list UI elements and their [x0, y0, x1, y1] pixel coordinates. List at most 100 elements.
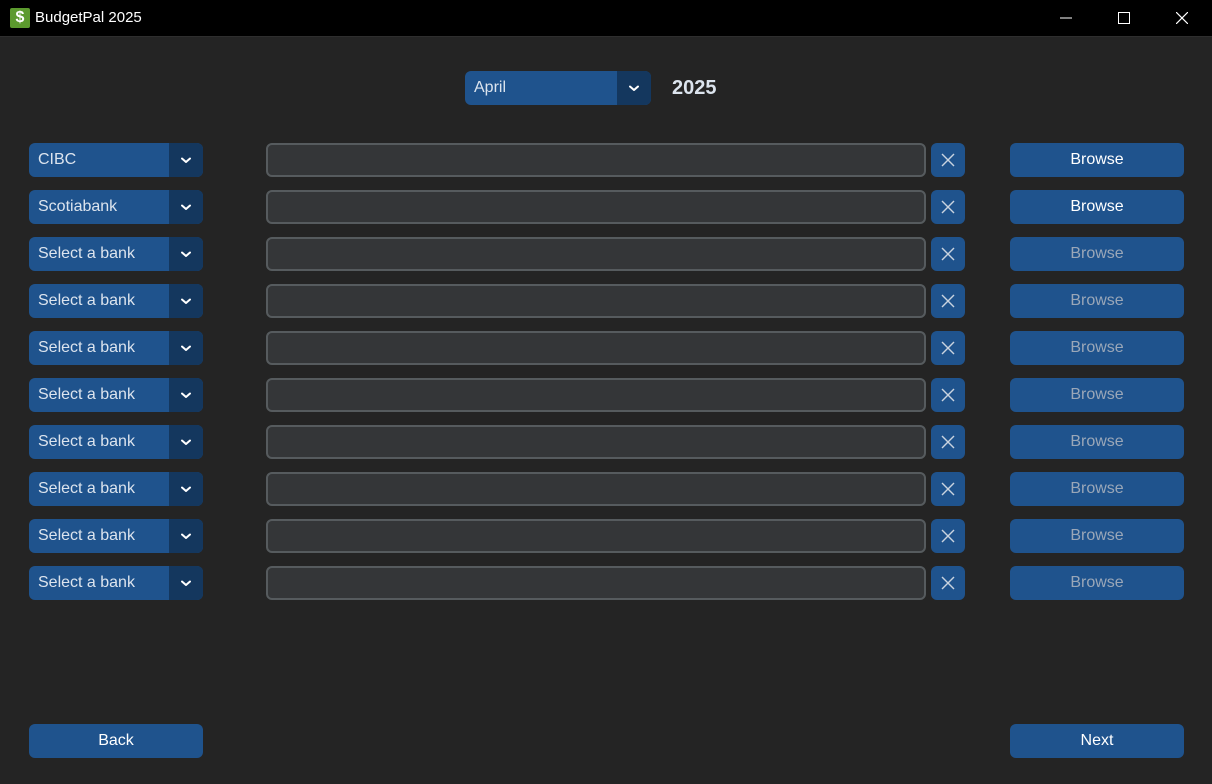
clear-icon	[941, 341, 955, 355]
bank-select[interactable]: Select a bank	[29, 378, 203, 412]
statement-row: Scotiabank Browse	[0, 190, 1212, 224]
maximize-icon	[1118, 12, 1130, 24]
clear-path-button[interactable]	[931, 519, 965, 553]
bank-select-value: Select a bank	[38, 433, 135, 450]
bank-dropdown-arrow[interactable]	[169, 143, 203, 177]
bank-select-value: Select a bank	[38, 574, 135, 591]
clear-path-button[interactable]	[931, 143, 965, 177]
year-label: 2025	[672, 77, 717, 99]
clear-icon	[941, 200, 955, 214]
clear-icon	[941, 435, 955, 449]
bank-select[interactable]: Select a bank	[29, 237, 203, 271]
bank-select[interactable]: Select a bank	[29, 472, 203, 506]
browse-button[interactable]: Browse	[1010, 519, 1184, 553]
clear-path-button[interactable]	[931, 284, 965, 318]
month-select-value: April	[474, 79, 507, 96]
clear-path-button[interactable]	[931, 378, 965, 412]
statement-row: Select a bank Browse	[0, 331, 1212, 365]
browse-button[interactable]: Browse	[1010, 425, 1184, 459]
file-path-input[interactable]	[266, 566, 926, 600]
file-path-input[interactable]	[266, 425, 926, 459]
clear-icon	[941, 247, 955, 261]
chevron-down-icon	[181, 533, 191, 539]
statement-row: Select a bank Browse	[0, 425, 1212, 459]
bank-dropdown-arrow[interactable]	[169, 378, 203, 412]
bank-select-value: Select a bank	[38, 527, 135, 544]
clear-icon	[941, 153, 955, 167]
clear-icon	[941, 482, 955, 496]
bank-select-value: Scotiabank	[38, 198, 118, 215]
bank-dropdown-arrow[interactable]	[169, 425, 203, 459]
bank-select[interactable]: Select a bank	[29, 425, 203, 459]
back-button[interactable]: Back	[29, 724, 203, 758]
bank-select-value: Select a bank	[38, 292, 135, 309]
clear-icon	[941, 388, 955, 402]
browse-button[interactable]: Browse	[1010, 331, 1184, 365]
minimize-button[interactable]	[1043, 0, 1089, 37]
chevron-down-icon	[181, 345, 191, 351]
bank-select[interactable]: Select a bank	[29, 566, 203, 600]
bank-select-value: CIBC	[38, 151, 77, 168]
bank-select-value: Select a bank	[38, 245, 135, 262]
browse-button[interactable]: Browse	[1010, 472, 1184, 506]
bank-dropdown-arrow[interactable]	[169, 519, 203, 553]
statement-row: Select a bank Browse	[0, 566, 1212, 600]
chevron-down-icon	[181, 157, 191, 163]
chevron-down-icon	[181, 298, 191, 304]
browse-button[interactable]: Browse	[1010, 378, 1184, 412]
statement-row: CIBC Browse	[0, 143, 1212, 177]
chevron-down-icon	[629, 85, 639, 91]
bank-dropdown-arrow[interactable]	[169, 472, 203, 506]
browse-button[interactable]: Browse	[1010, 237, 1184, 271]
browse-button[interactable]: Browse	[1010, 190, 1184, 224]
bank-select[interactable]: Select a bank	[29, 284, 203, 318]
clear-path-button[interactable]	[931, 237, 965, 271]
clear-path-button[interactable]	[931, 425, 965, 459]
bank-select[interactable]: Select a bank	[29, 331, 203, 365]
next-button[interactable]: Next	[1010, 724, 1184, 758]
clear-path-button[interactable]	[931, 566, 965, 600]
browse-button[interactable]: Browse	[1010, 143, 1184, 177]
bank-dropdown-arrow[interactable]	[169, 284, 203, 318]
chevron-down-icon	[181, 439, 191, 445]
file-path-input[interactable]	[266, 472, 926, 506]
chevron-down-icon	[181, 580, 191, 586]
bank-select[interactable]: Select a bank	[29, 519, 203, 553]
file-path-input[interactable]	[266, 331, 926, 365]
bank-select[interactable]: Scotiabank	[29, 190, 203, 224]
file-path-input[interactable]	[266, 519, 926, 553]
close-button[interactable]	[1159, 0, 1205, 37]
file-path-input[interactable]	[266, 237, 926, 271]
file-path-input[interactable]	[266, 143, 926, 177]
bank-select[interactable]: CIBC	[29, 143, 203, 177]
maximize-button[interactable]	[1101, 0, 1147, 37]
file-path-input[interactable]	[266, 378, 926, 412]
file-path-input[interactable]	[266, 284, 926, 318]
bank-dropdown-arrow[interactable]	[169, 331, 203, 365]
bank-dropdown-arrow[interactable]	[169, 237, 203, 271]
statement-row: Select a bank Browse	[0, 519, 1212, 553]
close-icon	[1176, 12, 1188, 24]
clear-path-button[interactable]	[931, 331, 965, 365]
file-path-input[interactable]	[266, 190, 926, 224]
browse-button[interactable]: Browse	[1010, 566, 1184, 600]
minimize-icon	[1060, 17, 1072, 19]
month-select[interactable]: April	[465, 71, 651, 105]
chevron-down-icon	[181, 486, 191, 492]
clear-path-button[interactable]	[931, 472, 965, 506]
statement-row: Select a bank Browse	[0, 284, 1212, 318]
clear-icon	[941, 576, 955, 590]
browse-button[interactable]: Browse	[1010, 284, 1184, 318]
statement-row: Select a bank Browse	[0, 472, 1212, 506]
clear-path-button[interactable]	[931, 190, 965, 224]
chevron-down-icon	[181, 392, 191, 398]
statement-row: Select a bank Browse	[0, 237, 1212, 271]
app-window: $ BudgetPal 2025 April 2025 CIBC Browse …	[0, 0, 1212, 784]
clear-icon	[941, 294, 955, 308]
title-bar: $ BudgetPal 2025	[0, 0, 1212, 37]
bank-dropdown-arrow[interactable]	[169, 190, 203, 224]
bank-select-value: Select a bank	[38, 480, 135, 497]
statement-row: Select a bank Browse	[0, 378, 1212, 412]
month-dropdown-arrow[interactable]	[617, 71, 651, 105]
bank-dropdown-arrow[interactable]	[169, 566, 203, 600]
